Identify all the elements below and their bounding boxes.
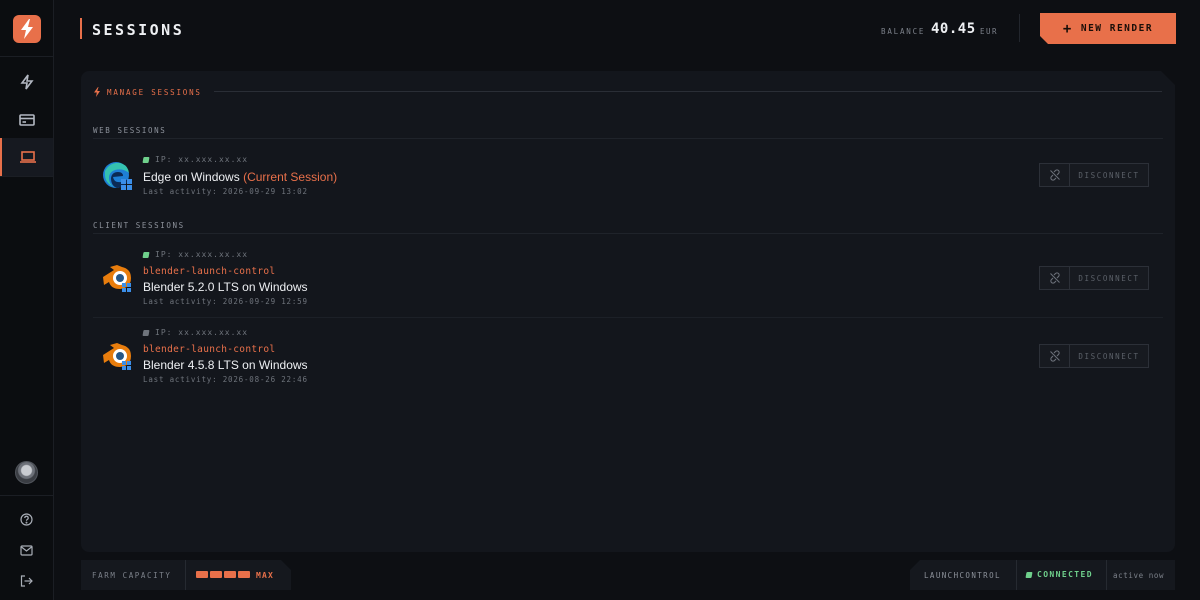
- title-accent: [80, 18, 82, 39]
- sidebar-item-billing[interactable]: [0, 101, 53, 139]
- edge-icon: [101, 159, 135, 193]
- help-button[interactable]: [0, 508, 53, 530]
- unlink-icon: [1049, 350, 1061, 362]
- client-name: blender-launch-control: [143, 266, 276, 277]
- disconnect-label: DISCONNECT: [1078, 351, 1140, 361]
- ip-text: IP: xx.xxx.xx.xx: [155, 250, 249, 259]
- unlink-icon: [1049, 272, 1061, 284]
- session-row: IP: xx.xxx.xx.xx blender-launch-control …: [93, 317, 1163, 387]
- capacity-bar: [238, 571, 250, 578]
- balance-label: BALANCE: [881, 27, 926, 36]
- page-title: SESSIONS: [92, 21, 185, 39]
- ip-text: IP: xx.xxx.xx.xx: [155, 155, 249, 164]
- client-sessions-label: CLIENT SESSIONS: [93, 221, 185, 230]
- laptop-icon: [19, 151, 36, 163]
- plus-icon: +: [1062, 20, 1073, 37]
- bolt-icon: [19, 74, 34, 90]
- disconnect-label: DISCONNECT: [1078, 170, 1140, 180]
- manage-sessions-title: MANAGE SESSIONS: [93, 87, 202, 97]
- client-name: blender-launch-control: [143, 344, 276, 355]
- footer-divider: [1106, 560, 1107, 590]
- logout-icon: [20, 575, 33, 587]
- blender-icon: [101, 339, 135, 373]
- current-session-tag: (Current Session): [243, 170, 338, 184]
- blender-icon: [101, 261, 135, 295]
- footer-divider: [1016, 560, 1017, 590]
- sidebar-divider: [0, 495, 53, 496]
- session-ip: IP: xx.xxx.xx.xx: [143, 250, 248, 259]
- sessions-panel: MANAGE SESSIONS WEB SESSIONS IP: xx.xxx.…: [81, 71, 1175, 552]
- launchcontrol-status: LAUNCHCONTROL CONNECTED active now: [910, 560, 1175, 590]
- sidebar-divider: [0, 176, 53, 177]
- disconnect-label: DISCONNECT: [1078, 273, 1140, 283]
- logout-button[interactable]: [0, 570, 53, 592]
- status-offline-icon: [142, 330, 149, 336]
- group-divider: [93, 138, 1163, 139]
- avatar[interactable]: [15, 461, 38, 484]
- group-divider: [93, 233, 1163, 234]
- mail-button[interactable]: [0, 539, 53, 561]
- session-row: IP: xx.xxx.xx.xx blender-launch-control …: [93, 239, 1163, 309]
- last-activity: Last activity: 2026-09-29 13:02: [143, 187, 308, 196]
- capacity-bar: [196, 571, 208, 578]
- disconnect-button[interactable]: DISCONNECT: [1039, 163, 1149, 187]
- session-device: Blender 5.2.0 LTS on Windows: [143, 280, 308, 294]
- last-activity: Last activity: 2026-08-26 22:46: [143, 375, 308, 384]
- title-rule: [214, 91, 1162, 92]
- capacity-bar: [224, 571, 236, 578]
- mail-icon: [20, 544, 33, 556]
- connection-status-text: CONNECTED: [1037, 570, 1093, 579]
- bolt-logo-icon[interactable]: [13, 15, 41, 43]
- session-device: Blender 4.5.8 LTS on Windows: [143, 358, 308, 372]
- header-divider: [1019, 14, 1020, 42]
- web-sessions-label: WEB SESSIONS: [93, 126, 167, 135]
- capacity-bar: [210, 571, 222, 578]
- sidebar-item-renders[interactable]: [0, 63, 53, 101]
- footer-divider: [185, 560, 186, 590]
- farm-capacity-label: FARM CAPACITY: [92, 571, 172, 580]
- new-render-label: NEW RENDER: [1080, 23, 1154, 34]
- header: SESSIONS BALANCE 40.45 EUR + NEW RENDER: [54, 0, 1200, 58]
- session-device: Edge on Windows (Current Session): [143, 170, 337, 184]
- credit-card-icon: [18, 114, 35, 126]
- status-online-icon: [142, 252, 149, 258]
- farm-capacity-value: MAX: [256, 571, 275, 580]
- disconnect-button[interactable]: DISCONNECT: [1039, 344, 1149, 368]
- sidebar-divider: [0, 56, 53, 57]
- help-icon: [20, 512, 33, 526]
- disconnect-button[interactable]: DISCONNECT: [1039, 266, 1149, 290]
- sidebar: [0, 0, 54, 600]
- active-now-text: active now: [1113, 571, 1165, 580]
- session-ip: IP: xx.xxx.xx.xx: [143, 328, 248, 337]
- session-row: IP: xx.xxx.xx.xx Edge on Windows (Curren…: [93, 143, 1163, 213]
- device-name: Edge on Windows: [143, 170, 240, 184]
- launchcontrol-label: LAUNCHCONTROL: [924, 571, 1001, 580]
- balance-value: 40.45: [931, 21, 976, 37]
- status-online-icon: [142, 157, 149, 163]
- connection-status: CONNECTED: [1025, 570, 1093, 579]
- manage-sessions-label: MANAGE SESSIONS: [107, 87, 202, 97]
- sidebar-item-sessions[interactable]: [0, 138, 53, 176]
- balance-currency: EUR: [980, 27, 999, 36]
- new-render-button[interactable]: + NEW RENDER: [1040, 13, 1176, 44]
- ip-text: IP: xx.xxx.xx.xx: [155, 328, 249, 337]
- farm-capacity: FARM CAPACITY MAX: [81, 560, 291, 590]
- last-activity: Last activity: 2026-09-29 12:59: [143, 297, 308, 306]
- bolt-icon: [93, 87, 101, 97]
- unlink-icon: [1049, 169, 1061, 181]
- session-ip: IP: xx.xxx.xx.xx: [143, 155, 248, 164]
- status-online-icon: [1025, 571, 1033, 578]
